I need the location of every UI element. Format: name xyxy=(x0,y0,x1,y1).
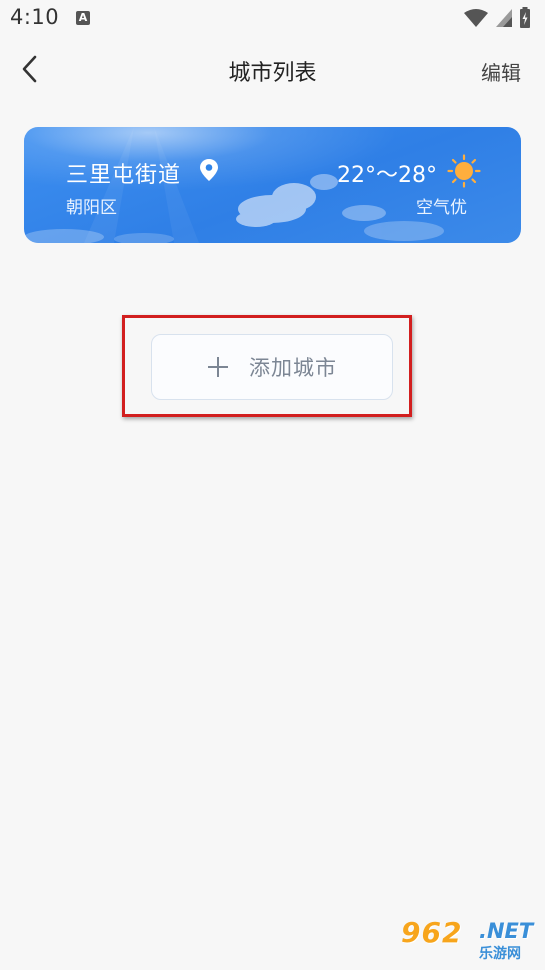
wifi-icon xyxy=(464,9,488,27)
page-title: 城市列表 xyxy=(228,61,317,86)
district-name: 朝阳区 xyxy=(66,198,117,218)
battery-icon xyxy=(520,7,530,28)
watermark-sub: 乐游网 xyxy=(479,946,521,962)
site-watermark: 962 .NET 乐游网 xyxy=(401,916,539,964)
sun-icon xyxy=(447,154,481,188)
watermark-suffix: .NET xyxy=(479,919,534,943)
status-time: 4:10 xyxy=(10,5,60,29)
city-name: 三里屯街道 xyxy=(66,163,182,188)
city-card[interactable]: 三里屯街道 朝阳区 22°～28° 空气优 xyxy=(24,127,521,243)
temperature-range: 22°～28° xyxy=(337,163,437,188)
watermark-main: 962 xyxy=(401,916,463,949)
header: 城市列表 编辑 xyxy=(0,38,545,102)
highlight-annotation-box xyxy=(122,315,412,417)
signal-icon xyxy=(496,9,512,27)
air-quality: 空气优 xyxy=(416,198,467,218)
edit-button[interactable]: 编辑 xyxy=(481,57,521,86)
status-bar: 4:10 A xyxy=(0,0,545,38)
notification-icon: A xyxy=(76,11,90,25)
status-icons xyxy=(463,7,531,29)
location-pin-icon xyxy=(200,159,218,181)
